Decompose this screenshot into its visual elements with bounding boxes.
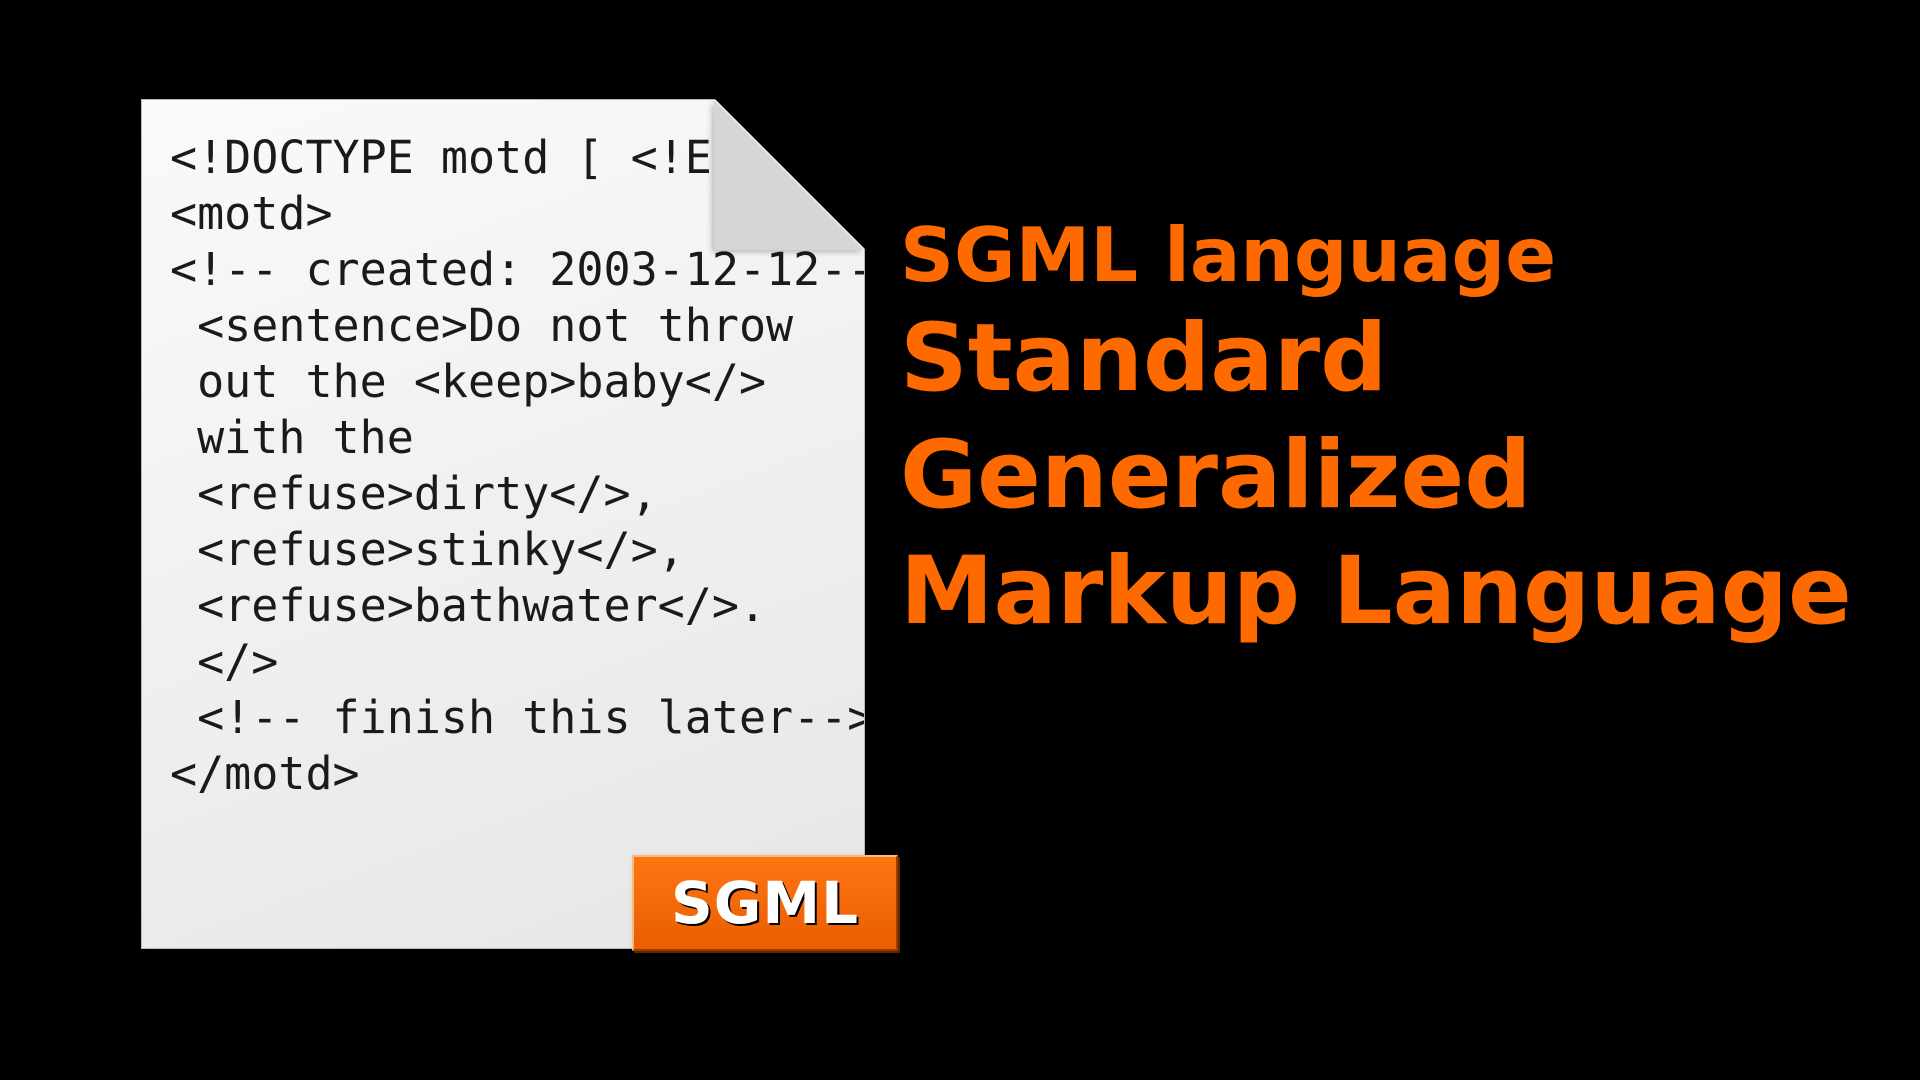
title-block: SGML language Standard Generalized Marku… bbox=[900, 218, 1920, 651]
sgml-badge-label: SGML bbox=[671, 869, 859, 937]
title-big: Standard Generalized Markup Language bbox=[900, 301, 1920, 651]
sgml-badge: SGML bbox=[632, 855, 898, 951]
document-icon: <!DOCTYPE motd [ <!E <motd> <!-- created… bbox=[141, 99, 865, 949]
sgml-code-sample: <!DOCTYPE motd [ <!E <motd> <!-- created… bbox=[170, 130, 864, 802]
diagram-stage: <!DOCTYPE motd [ <!E <motd> <!-- created… bbox=[0, 0, 1920, 1080]
title-small: SGML language bbox=[900, 218, 1920, 293]
